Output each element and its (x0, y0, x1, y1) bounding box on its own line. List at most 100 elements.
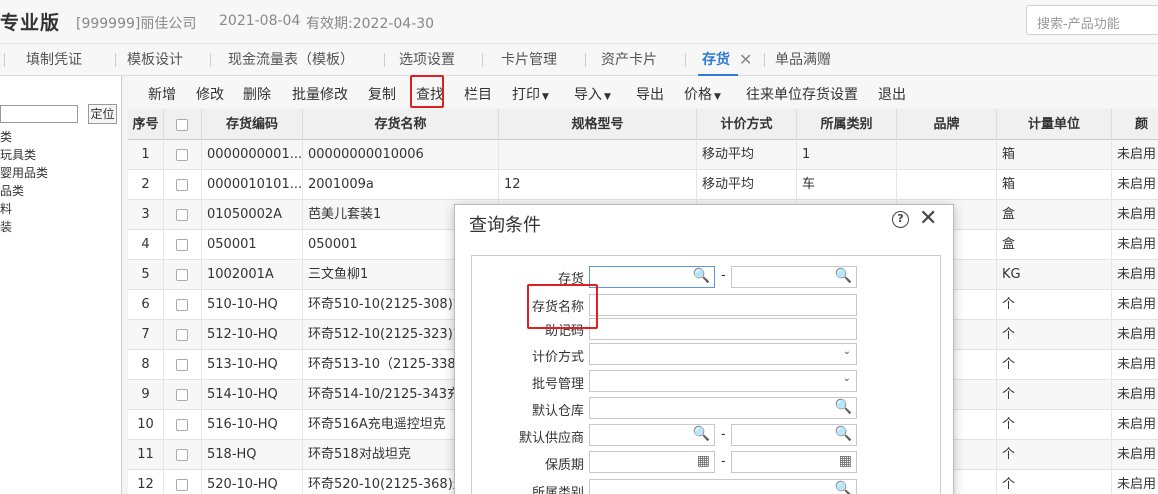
tab-divider (585, 53, 586, 67)
price-button[interactable]: 价格 ▼ (684, 84, 721, 104)
pricing-method-select[interactable]: ⌄ (589, 343, 857, 365)
search-icon[interactable]: 🔍 (835, 268, 852, 284)
tab-card-management[interactable]: 卡片管理 (497, 44, 561, 76)
row-checkbox[interactable] (176, 419, 188, 431)
find-button[interactable]: 查找 (416, 84, 444, 104)
tab-divider (764, 53, 765, 67)
tab-template-design[interactable]: 模板设计 (123, 44, 187, 76)
range-separator: - (721, 427, 726, 442)
dialog-title: 查询条件 (469, 215, 541, 236)
col-header-name[interactable]: 存货名称 (303, 109, 499, 140)
cell-no: 12 (128, 470, 164, 494)
row-checkbox[interactable] (176, 179, 188, 191)
tab-voucher-entry[interactable]: 填制凭证 (22, 44, 86, 76)
locate-input[interactable] (0, 105, 78, 123)
tab-option-settings[interactable]: 选项设置 (395, 44, 459, 76)
tree-item[interactable]: 料 (0, 200, 12, 217)
cell-code: 1002001A (202, 260, 303, 290)
search-icon[interactable]: 🔍 (693, 426, 710, 442)
search-icon[interactable]: 🔍 (835, 399, 852, 415)
col-header-method[interactable]: 计价方式 (697, 109, 797, 140)
row-checkbox[interactable] (176, 149, 188, 161)
tab-bar: 填制凭证 模板设计 现金流量表（模板） 选项设置 卡片管理 资产卡片 存货 ✕ … (0, 44, 1158, 76)
close-icon[interactable]: ✕ (739, 44, 752, 76)
col-header-checkbox[interactable] (164, 109, 202, 140)
partner-inventory-settings-button[interactable]: 往来单位存货设置 (746, 84, 858, 104)
table-row[interactable]: 1 0000000001... 00000000010006 移动平均 1 箱未启用 (128, 140, 1158, 170)
tree-item[interactable]: 品类 (0, 182, 24, 199)
import-button[interactable]: 导入 ▼ (574, 84, 611, 104)
help-icon[interactable]: ? (892, 211, 909, 228)
table-row[interactable]: 2 0000010101... 2001009a 12 移动平均车 箱未启用 (128, 170, 1158, 200)
row-checkbox[interactable] (176, 389, 188, 401)
row-checkbox[interactable] (176, 299, 188, 311)
mnemonic-input[interactable] (589, 318, 857, 340)
cell-unit: 盒 (997, 200, 1112, 230)
edit-button[interactable]: 修改 (196, 84, 224, 104)
row-checkbox[interactable] (176, 479, 188, 491)
row-checkbox[interactable] (176, 359, 188, 371)
select-all-checkbox[interactable] (176, 119, 188, 131)
tab-inventory[interactable]: 存货 (698, 44, 738, 76)
col-header-brand[interactable]: 品牌 (897, 109, 997, 140)
tree-item[interactable]: 装 (0, 218, 12, 235)
col-header-no[interactable]: 序号 (128, 109, 164, 140)
columns-button[interactable]: 栏目 (464, 84, 492, 104)
print-button[interactable]: 打印 ▼ (512, 84, 549, 104)
chevron-down-icon: ⌄ (842, 373, 851, 384)
add-button[interactable]: 新增 (148, 84, 176, 104)
range-separator: - (721, 268, 726, 283)
tree-item[interactable]: 婴用品类 (0, 164, 48, 181)
col-header-code[interactable]: 存货编码 (202, 109, 303, 140)
price-label: 价格 (684, 87, 712, 103)
cell-no: 2 (128, 170, 164, 200)
export-button[interactable]: 导出 (636, 84, 664, 104)
batch-edit-button[interactable]: 批量修改 (292, 84, 348, 104)
cell-category: 1 (797, 140, 897, 170)
supplier-to-input[interactable]: 🔍 (731, 424, 857, 446)
row-checkbox[interactable] (176, 269, 188, 281)
delete-button[interactable]: 删除 (243, 84, 271, 104)
cell-unit: 个 (997, 410, 1112, 440)
cell-color: 未启用 (1112, 260, 1158, 290)
search-icon[interactable]: 🔍 (835, 426, 852, 442)
inventory-from-input[interactable]: 🔍 (589, 266, 715, 288)
default-warehouse-input[interactable]: 🔍 (589, 397, 857, 419)
search-icon[interactable]: 🔍 (835, 481, 852, 494)
product-search-input[interactable]: 搜索-产品功能 (1026, 5, 1158, 35)
row-checkbox[interactable] (176, 209, 188, 221)
col-header-category[interactable]: 所属类别 (797, 109, 897, 140)
shelf-life-to-input[interactable]: ▦ (731, 451, 857, 473)
tab-single-gift[interactable]: 单品满赠 (771, 44, 835, 76)
copy-button[interactable]: 复制 (368, 84, 396, 104)
category-input[interactable]: 🔍 (589, 479, 857, 494)
calendar-icon[interactable]: ▦ (697, 453, 710, 469)
cell-color: 未启用 (1112, 230, 1158, 260)
cell-checkbox (164, 470, 202, 494)
batch-mgmt-select[interactable]: ⌄ (589, 370, 857, 392)
inventory-name-input[interactable] (589, 294, 857, 316)
row-checkbox[interactable] (176, 239, 188, 251)
tree-item[interactable]: 玩具类 (0, 146, 36, 163)
tree-item[interactable]: 类 (0, 128, 12, 145)
calendar-icon[interactable]: ▦ (839, 453, 852, 469)
search-icon[interactable]: 🔍 (693, 268, 710, 284)
cell-unit: 箱 (997, 170, 1112, 200)
inventory-to-input[interactable]: 🔍 (731, 266, 857, 288)
cell-checkbox (164, 350, 202, 380)
col-header-spec[interactable]: 规格型号 (499, 109, 697, 140)
shelf-life-from-input[interactable]: ▦ (589, 451, 715, 473)
col-header-unit[interactable]: 计量单位 (997, 109, 1112, 140)
locate-button[interactable]: 定位 (88, 104, 117, 124)
col-header-color[interactable]: 颜 (1112, 109, 1158, 140)
row-checkbox[interactable] (176, 449, 188, 461)
tab-asset-card[interactable]: 资产卡片 (597, 44, 661, 76)
row-checkbox[interactable] (176, 329, 188, 341)
cell-checkbox (164, 290, 202, 320)
tab-cash-flow-template[interactable]: 现金流量表（模板） (224, 44, 358, 76)
close-icon[interactable]: ✕ (919, 206, 937, 231)
supplier-from-input[interactable]: 🔍 (589, 424, 715, 446)
exit-button[interactable]: 退出 (878, 84, 906, 104)
cell-no: 6 (128, 290, 164, 320)
cell-color: 未启用 (1112, 290, 1158, 320)
